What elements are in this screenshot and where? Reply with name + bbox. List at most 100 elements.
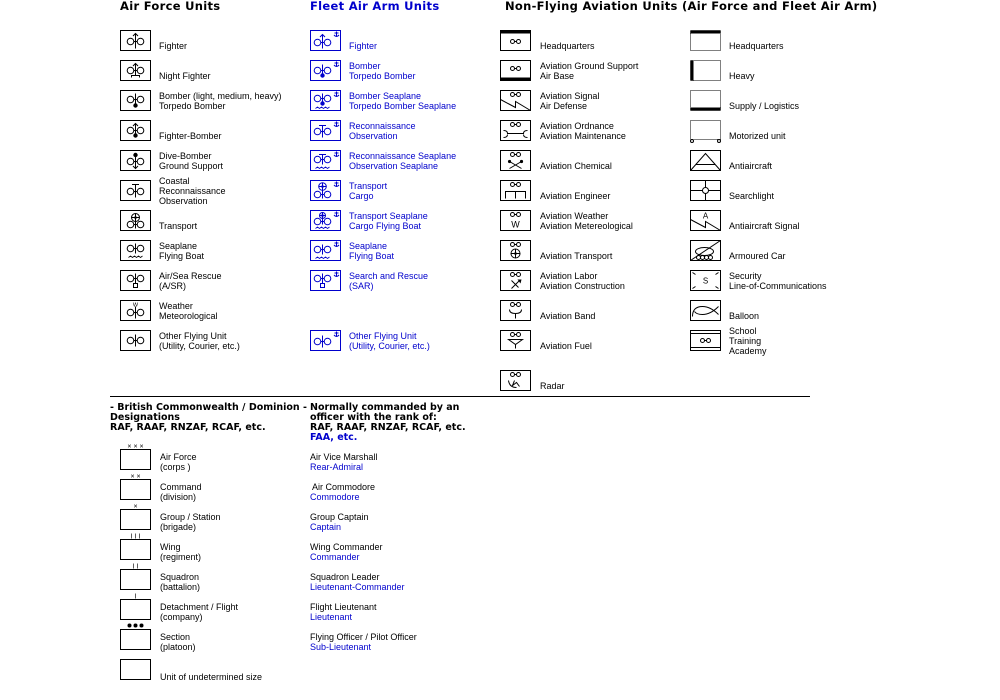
ground-support-icon [500, 60, 531, 81]
aviation-band-icon [500, 300, 531, 321]
legend-label: Headquarters [729, 41, 784, 51]
legend-label-line: Reconnaissance [349, 121, 416, 131]
legend-label-line: Seaplane [349, 241, 388, 251]
rank-entry: Flying Officer / Pilot Officer Sub-Lieute… [310, 632, 417, 652]
faa-rank: Lieutenant [310, 612, 353, 622]
legend-label: Transport [159, 221, 197, 231]
legend-label-line: Air/Sea Rescue [159, 271, 222, 281]
legend-label: Radar [540, 381, 565, 391]
legend-label-line: Motorized unit [729, 131, 786, 141]
unit-size-label: Section (platoon) [160, 632, 196, 652]
legend-label-line: Aviation Maintenance [540, 131, 626, 141]
legend-label: Armoured Car [729, 251, 786, 261]
legend-label: Aviation Fuel [540, 341, 592, 351]
legend-label: Night Fighter [159, 71, 211, 81]
legend-label-line: Headquarters [540, 41, 595, 51]
antiaircraft-icon [690, 150, 721, 171]
legend-label-line: Aviation Engineer [540, 191, 611, 201]
aviation-fuel-icon [500, 330, 531, 351]
raf-rank: Group Captain [310, 512, 369, 522]
legend-label-line: (A/SR) [159, 281, 186, 291]
legend-label: Aviation Transport [540, 251, 612, 261]
aviation-transport-icon [500, 240, 531, 261]
seaplane-icon [120, 240, 151, 261]
unit-size-label: Squadron (battalion) [160, 572, 200, 592]
legend-label: Aviation Labor Aviation Construction [540, 271, 625, 291]
air-force-heading: Air Force Units [120, 0, 221, 13]
rank-entry: Squadron Leader Lieutenant-Commander [310, 572, 405, 592]
legend-label-line: Searchlight [729, 191, 775, 201]
unit-size-xxx-icon: × × × [120, 442, 151, 470]
legend-label-line: Cargo Flying Boat [349, 221, 422, 231]
faa-reconnaissance-icon [310, 120, 341, 141]
legend-label: Motorized unit [729, 131, 786, 141]
legend-label-line: Fighter [349, 41, 378, 51]
motorized-modifier-icon [690, 120, 721, 143]
unit-size-label-line: Air Force [160, 452, 197, 462]
school-icon [690, 330, 721, 351]
legend-label: Aviation Engineer [540, 191, 610, 201]
unit-size-label-line: Detachment / Flight [160, 602, 239, 612]
legend-label-line: Security [729, 271, 762, 281]
unit-size-label-line: Wing [160, 542, 181, 552]
legend-label-line: Training [729, 336, 762, 346]
rank-entry: Air Commodore Commodore [310, 482, 375, 502]
legend-label-line: Other Flying Unit [159, 331, 227, 341]
legend-label-line: Aviation Ordnance [540, 121, 614, 131]
legend-label-line: Other Flying Unit [349, 331, 417, 341]
legend-label-line: Aviation Band [540, 311, 596, 321]
unit-size-x-icon: × [120, 502, 151, 530]
legend-label-line: Bomber Seaplane [349, 91, 422, 101]
headquarters-icon [500, 30, 531, 51]
unit-size-label: Wing (regiment) [160, 542, 201, 562]
raf-rank: Squadron Leader [310, 572, 380, 582]
legend-label-line: Torpedo Bomber [159, 101, 226, 111]
legend-label-line: Weather [159, 301, 193, 311]
legend-label-line: Supply / Logistics [729, 101, 800, 111]
legend-label: Air/Sea Rescue (A/SR) [159, 271, 222, 291]
unit-size-label-line [160, 662, 262, 672]
rank-entry: Air Vice Marshall Rear-Admiral [310, 452, 377, 472]
unit-size-label-line: (corps ) [160, 462, 191, 472]
unit-size-label-line: (platoon) [160, 642, 196, 652]
unit-size-label-line: (battalion) [160, 582, 201, 592]
supply-modifier-icon [690, 90, 721, 111]
legend-label: Bomber Seaplane Torpedo Bomber Seaplane [349, 91, 456, 111]
faa-rank: Commander [310, 552, 360, 562]
legend-label: Searchlight [729, 191, 774, 201]
legend-label: Security Line-of-Communications [729, 271, 827, 291]
legend-label-line: Seaplane [159, 241, 198, 251]
legend-label-line: (Utility, Courier, etc.) [159, 341, 240, 351]
legend-label: Headquarters [540, 41, 595, 51]
legend-label: Antiaircraft [729, 161, 772, 171]
unit-size-label: Detachment / Flight (company) [160, 602, 238, 622]
legend-label: Antiaircraft Signal [729, 221, 800, 231]
legend-label: Transport Cargo [349, 181, 387, 201]
faa-reconnaissance-seaplane-icon [310, 150, 341, 171]
aviation-signal-icon [500, 90, 531, 111]
legend-label: Reconnaissance Seaplane Observation Seapl… [349, 151, 456, 171]
legend-label-line: Air Base [540, 71, 575, 81]
legend-label-line: Ground Support [159, 161, 224, 171]
legend-label: Aviation Ordnance Aviation Maintenance [540, 121, 626, 141]
legend-label-line: Headquarters [729, 41, 784, 51]
legend-label: Aviation Signal Air Defense [540, 91, 599, 111]
legend-label-line: Aviation Labor [540, 271, 598, 281]
faa-rank: Commodore [310, 492, 360, 502]
legend-label: Heavy [729, 71, 755, 81]
legend-label-line: Antiaircraft [729, 161, 773, 171]
legend-label-line: Flying Boat [349, 251, 395, 261]
transport-icon [120, 210, 151, 231]
legend-label-line: Coastal [159, 176, 190, 186]
legend-label-line: Aviation Chemical [540, 161, 612, 171]
legend-label: Reconnaissance Observation [349, 121, 416, 141]
other-flying-unit-icon [120, 330, 151, 351]
legend-label: Weather Meteorological [159, 301, 218, 321]
legend-label-line: Armoured Car [729, 251, 786, 261]
legend-label-line: Antiaircraft Signal [729, 221, 800, 231]
faa-search-rescue-icon [310, 270, 341, 291]
legend-label: Other Flying Unit (Utility, Courier, etc.… [159, 331, 240, 351]
legend-label-line: School [729, 326, 757, 336]
unit-size-xx-icon: × × [120, 472, 151, 500]
designations-heading: - British Commonwealth / Dominion - Desi… [110, 403, 307, 433]
